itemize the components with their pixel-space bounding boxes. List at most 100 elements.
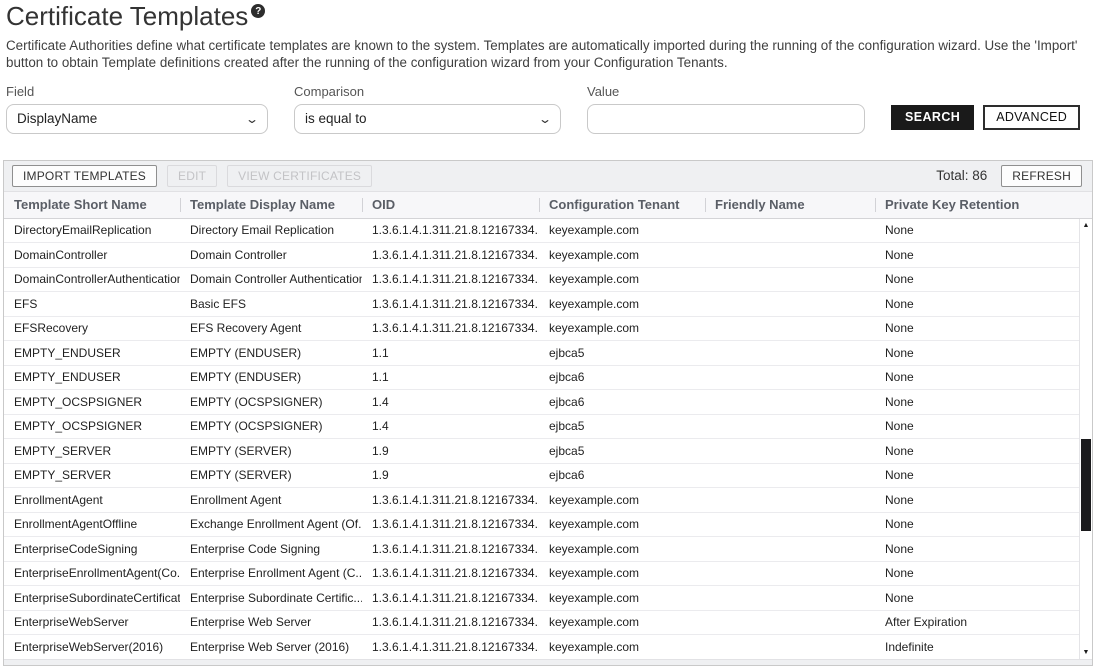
cell-oid: 1.3.6.1.4.1.311.21.8.12167334.... xyxy=(362,542,539,556)
table-row[interactable]: EMPTY_OCSPSIGNER EMPTY (OCSPSIGNER) 1.4 … xyxy=(4,415,1079,440)
cell-configuration-tenant: keyexample.com xyxy=(539,321,705,335)
cell-oid: 1.3.6.1.4.1.311.21.8.12167334.... xyxy=(362,517,539,531)
comparison-label: Comparison xyxy=(294,84,561,99)
horizontal-scrollbar-track[interactable] xyxy=(4,659,1092,665)
cell-oid: 1.9 xyxy=(362,468,539,482)
column-header-oid[interactable]: OID xyxy=(362,192,539,218)
cell-template-display-name: Enterprise Enrollment Agent (C... xyxy=(180,566,362,580)
table-row[interactable]: EMPTY_OCSPSIGNER EMPTY (OCSPSIGNER) 1.4 … xyxy=(4,390,1079,415)
cell-private-key-retention: None xyxy=(875,468,1079,482)
cell-private-key-retention: After Expiration xyxy=(875,615,1079,629)
total-count: Total: 86 xyxy=(936,168,987,183)
table-row[interactable]: EMPTY_ENDUSER EMPTY (ENDUSER) 1.1 ejbca6… xyxy=(4,366,1079,391)
column-header-template-short-name[interactable]: Template Short Name xyxy=(4,192,180,218)
cell-configuration-tenant: keyexample.com xyxy=(539,566,705,580)
cell-configuration-tenant: ejbca5 xyxy=(539,419,705,433)
cell-template-display-name: EFS Recovery Agent xyxy=(180,321,362,335)
table-header-row: Template Short Name Template Display Nam… xyxy=(4,192,1092,218)
table-row[interactable]: EnterpriseWebServer Enterprise Web Serve… xyxy=(4,611,1079,636)
table-row[interactable]: EMPTY_SERVER EMPTY (SERVER) 1.9 ejbca5 N… xyxy=(4,439,1079,464)
cell-template-display-name: EMPTY (SERVER) xyxy=(180,444,362,458)
cell-private-key-retention: None xyxy=(875,248,1079,262)
cell-oid: 1.4 xyxy=(362,419,539,433)
import-templates-button[interactable]: IMPORT TEMPLATES xyxy=(12,165,157,187)
cell-oid: 1.4 xyxy=(362,395,539,409)
cell-template-display-name: Enterprise Code Signing xyxy=(180,542,362,556)
certificate-templates-page: Certificate Templates ? Certificate Auth… xyxy=(0,0,1096,666)
cell-template-short-name: EnterpriseEnrollmentAgent(Co... xyxy=(4,566,180,580)
scroll-up-icon[interactable]: ▲ xyxy=(1083,222,1090,229)
search-button[interactable]: SEARCH xyxy=(891,105,974,130)
cell-template-short-name: EnterpriseWebServer(2016) xyxy=(4,640,180,654)
scrollbar-thumb[interactable] xyxy=(1081,439,1091,531)
cell-template-short-name: DomainControllerAuthentication xyxy=(4,272,180,286)
cell-template-short-name: EFSRecovery xyxy=(4,321,180,335)
cell-configuration-tenant: keyexample.com xyxy=(539,272,705,286)
column-header-configuration-tenant[interactable]: Configuration Tenant xyxy=(539,192,705,218)
page-title: Certificate Templates xyxy=(6,2,248,32)
table-row[interactable]: EnterpriseEnrollmentAgent(Co... Enterpri… xyxy=(4,562,1079,587)
cell-template-short-name: EMPTY_SERVER xyxy=(4,444,180,458)
refresh-button[interactable]: REFRESH xyxy=(1001,165,1082,187)
cell-configuration-tenant: keyexample.com xyxy=(539,248,705,262)
cell-oid: 1.3.6.1.4.1.311.21.8.12167334.... xyxy=(362,272,539,286)
vertical-scrollbar[interactable]: ▲ ▼ xyxy=(1079,219,1092,659)
column-header-template-display-name[interactable]: Template Display Name xyxy=(180,192,362,218)
value-input[interactable] xyxy=(587,104,865,134)
table-body-wrap: DirectoryEmailReplication Directory Emai… xyxy=(4,218,1092,659)
table-row[interactable]: EMPTY_ENDUSER EMPTY (ENDUSER) 1.1 ejbca5… xyxy=(4,341,1079,366)
cell-template-short-name: EMPTY_OCSPSIGNER xyxy=(4,395,180,409)
cell-configuration-tenant: keyexample.com xyxy=(539,615,705,629)
table-row[interactable]: EnterpriseWebServer(2016) Enterprise Web… xyxy=(4,635,1079,659)
cell-template-short-name: EnrollmentAgent xyxy=(4,493,180,507)
table-row[interactable]: EnrollmentAgentOffline Exchange Enrollme… xyxy=(4,513,1079,538)
edit-button: EDIT xyxy=(167,165,217,187)
cell-private-key-retention: None xyxy=(875,566,1079,580)
cell-configuration-tenant: keyexample.com xyxy=(539,640,705,654)
cell-oid: 1.1 xyxy=(362,370,539,384)
field-select[interactable]: DisplayName ⌄ xyxy=(6,104,268,134)
scroll-down-icon[interactable]: ▼ xyxy=(1083,649,1090,656)
table-row[interactable]: EFS Basic EFS 1.3.6.1.4.1.311.21.8.12167… xyxy=(4,292,1079,317)
help-icon[interactable]: ? xyxy=(251,4,265,18)
value-group: Value xyxy=(587,84,865,134)
cell-oid: 1.3.6.1.4.1.311.21.8.12167334.... xyxy=(362,566,539,580)
table-row[interactable]: EnterpriseCodeSigning Enterprise Code Si… xyxy=(4,537,1079,562)
page-header: Certificate Templates ? xyxy=(6,2,1090,32)
cell-private-key-retention: None xyxy=(875,272,1079,286)
cell-private-key-retention: None xyxy=(875,493,1079,507)
cell-private-key-retention: None xyxy=(875,346,1079,360)
cell-template-display-name: Domain Controller Authentication xyxy=(180,272,362,286)
field-label: Field xyxy=(6,84,268,99)
comparison-select[interactable]: is equal to ⌄ xyxy=(294,104,561,134)
advanced-button[interactable]: ADVANCED xyxy=(983,105,1080,130)
cell-configuration-tenant: ejbca6 xyxy=(539,370,705,384)
cell-oid: 1.3.6.1.4.1.311.21.8.12167334.... xyxy=(362,615,539,629)
column-header-private-key-retention[interactable]: Private Key Retention xyxy=(875,192,1092,218)
field-group: Field DisplayName ⌄ xyxy=(6,84,268,134)
cell-template-display-name: Domain Controller xyxy=(180,248,362,262)
cell-template-short-name: EnterpriseWebServer xyxy=(4,615,180,629)
table-body: DirectoryEmailReplication Directory Emai… xyxy=(4,219,1079,659)
cell-oid: 1.3.6.1.4.1.311.21.8.12167334.... xyxy=(362,321,539,335)
cell-template-display-name: Enterprise Web Server xyxy=(180,615,362,629)
cell-private-key-retention: None xyxy=(875,370,1079,384)
cell-template-short-name: EMPTY_ENDUSER xyxy=(4,370,180,384)
cell-template-display-name: EMPTY (SERVER) xyxy=(180,468,362,482)
cell-private-key-retention: None xyxy=(875,517,1079,531)
table-row[interactable]: EnrollmentAgent Enrollment Agent 1.3.6.1… xyxy=(4,488,1079,513)
table-row[interactable]: EFSRecovery EFS Recovery Agent 1.3.6.1.4… xyxy=(4,317,1079,342)
cell-configuration-tenant: ejbca5 xyxy=(539,444,705,458)
table-row[interactable]: DomainControllerAuthentication Domain Co… xyxy=(4,268,1079,293)
table-row[interactable]: EMPTY_SERVER EMPTY (SERVER) 1.9 ejbca6 N… xyxy=(4,464,1079,489)
cell-configuration-tenant: keyexample.com xyxy=(539,542,705,556)
table-row[interactable]: DirectoryEmailReplication Directory Emai… xyxy=(4,219,1079,244)
column-header-friendly-name[interactable]: Friendly Name xyxy=(705,192,875,218)
table-row[interactable]: EnterpriseSubordinateCertificati... Ente… xyxy=(4,586,1079,611)
cell-template-short-name: EnterpriseSubordinateCertificati... xyxy=(4,591,180,605)
cell-template-display-name: Basic EFS xyxy=(180,297,362,311)
cell-oid: 1.3.6.1.4.1.311.21.8.12167334.... xyxy=(362,591,539,605)
table-row[interactable]: DomainController Domain Controller 1.3.6… xyxy=(4,243,1079,268)
cell-private-key-retention: None xyxy=(875,591,1079,605)
cell-configuration-tenant: keyexample.com xyxy=(539,223,705,237)
